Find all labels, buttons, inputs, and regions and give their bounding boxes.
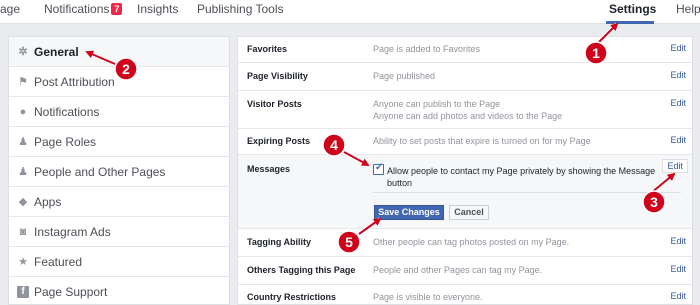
top-nav: age Notifications 7 Insights Publishing T… xyxy=(0,0,700,24)
sidebar-item-page-roles[interactable]: ♟ Page Roles xyxy=(9,127,229,157)
setting-row-expiring-posts: Expiring Posts Ability to set posts that… xyxy=(238,129,692,155)
nav-notifications-label: Notifications xyxy=(44,2,110,16)
gear-icon: ✲ xyxy=(18,46,28,58)
cancel-button[interactable]: Cancel xyxy=(449,205,489,220)
person-icon: ♟ xyxy=(18,136,28,148)
edit-link[interactable]: Edit xyxy=(670,236,686,246)
people-icon: ♟ xyxy=(18,166,28,178)
divider xyxy=(373,192,681,193)
setting-value: Anyone can add photos and videos to the … xyxy=(373,111,563,121)
messages-edit-link[interactable]: Edit xyxy=(662,159,688,173)
notifications-badge: 7 xyxy=(111,3,123,15)
settings-panel: Favorites Page is added to Favorites Edi… xyxy=(237,36,693,305)
setting-row-favorites: Favorites Page is added to Favorites Edi… xyxy=(238,37,692,63)
nav-publishing-tools-tab[interactable]: Publishing Tools xyxy=(197,2,284,16)
sidebar-item-label: Post Attribution xyxy=(34,75,115,89)
setting-label: Messages xyxy=(247,164,291,174)
setting-label: Country Restrictions xyxy=(247,292,337,302)
facebook-icon: f xyxy=(17,286,29,298)
checkbox-label-line2: button xyxy=(387,178,413,188)
sidebar-item-post-attribution[interactable]: ⚑ Post Attribution xyxy=(9,67,229,97)
settings-sidebar: ✲ General ⚑ Post Attribution ● Notificat… xyxy=(8,36,230,305)
edit-link[interactable]: Edit xyxy=(670,291,686,301)
sidebar-item-label: Page Support xyxy=(34,285,108,299)
sidebar-item-people-and-other-pages[interactable]: ♟ People and Other Pages xyxy=(9,157,229,187)
setting-label: Tagging Ability xyxy=(247,237,311,247)
nav-insights-tab[interactable]: Insights xyxy=(137,2,178,16)
edit-link[interactable]: Edit xyxy=(670,135,686,145)
setting-value: Other people can tag photos posted on my… xyxy=(373,237,570,247)
edit-link[interactable]: Edit xyxy=(670,98,686,108)
setting-label: Others Tagging this Page xyxy=(247,265,356,275)
setting-row-country-restrictions: Country Restrictions Page is visible to … xyxy=(238,285,692,305)
setting-row-tagging-ability: Tagging Ability Other people can tag pho… xyxy=(238,229,692,257)
edit-link[interactable]: Edit xyxy=(670,70,686,80)
sidebar-item-label: Notifications xyxy=(34,105,100,119)
setting-row-page-visibility: Page Visibility Page published Edit xyxy=(238,63,692,91)
setting-value: Page is added to Favorites xyxy=(373,44,481,54)
nav-notifications-tab[interactable]: Notifications 7 xyxy=(44,2,123,16)
setting-value: Page is visible to everyone. xyxy=(373,292,483,302)
sidebar-item-general[interactable]: ✲ General xyxy=(9,37,229,67)
nav-help-tab[interactable]: Help xyxy=(676,2,700,16)
camera-icon: ◙ xyxy=(19,226,27,238)
sidebar-item-notifications[interactable]: ● Notifications xyxy=(9,97,229,127)
setting-label: Visitor Posts xyxy=(247,99,302,109)
nav-page-tab[interactable]: age xyxy=(0,2,20,16)
setting-value: Ability to set posts that expire is turn… xyxy=(373,136,591,146)
sidebar-item-label: Apps xyxy=(34,195,62,209)
star-icon: ★ xyxy=(18,256,28,268)
setting-value: Page published xyxy=(373,71,436,81)
edit-link[interactable]: Edit xyxy=(670,43,686,53)
sidebar-item-label: Page Roles xyxy=(34,135,97,149)
sidebar-item-label: Featured xyxy=(34,255,83,269)
sidebar-item-page-support[interactable]: f Page Support xyxy=(9,277,229,305)
setting-value: Anyone can publish to the Page xyxy=(373,99,501,109)
setting-row-others-tagging: Others Tagging this Page People and othe… xyxy=(238,257,692,285)
setting-label: Expiring Posts xyxy=(247,136,311,146)
messages-checkbox[interactable] xyxy=(373,162,384,175)
cube-icon: ◆ xyxy=(18,196,28,208)
setting-label: Favorites xyxy=(247,44,288,54)
nav-settings-tab[interactable]: Settings xyxy=(609,2,656,16)
globe-icon: ● xyxy=(19,106,27,118)
setting-value: People and other Pages can tag my Page. xyxy=(373,265,543,275)
flag-icon: ⚑ xyxy=(18,76,28,88)
checkbox-label-line1: Allow people to contact my Page privatel… xyxy=(387,166,656,176)
setting-label: Page Visibility xyxy=(247,71,308,81)
sidebar-item-label: General xyxy=(34,45,79,59)
sidebar-item-label: People and Other Pages xyxy=(34,165,166,179)
messages-checkbox-label: Allow people to contact my Page privatel… xyxy=(387,165,655,189)
save-changes-button[interactable]: Save Changes xyxy=(374,205,444,220)
setting-row-visitor-posts: Visitor Posts Anyone can publish to the … xyxy=(238,91,692,129)
sidebar-item-apps[interactable]: ◆ Apps xyxy=(9,187,229,217)
sidebar-item-label: Instagram Ads xyxy=(34,225,111,239)
active-tab-underline xyxy=(606,21,654,24)
sidebar-item-featured[interactable]: ★ Featured xyxy=(9,247,229,277)
edit-link[interactable]: Edit xyxy=(670,264,686,274)
sidebar-item-instagram-ads[interactable]: ◙ Instagram Ads xyxy=(9,217,229,247)
